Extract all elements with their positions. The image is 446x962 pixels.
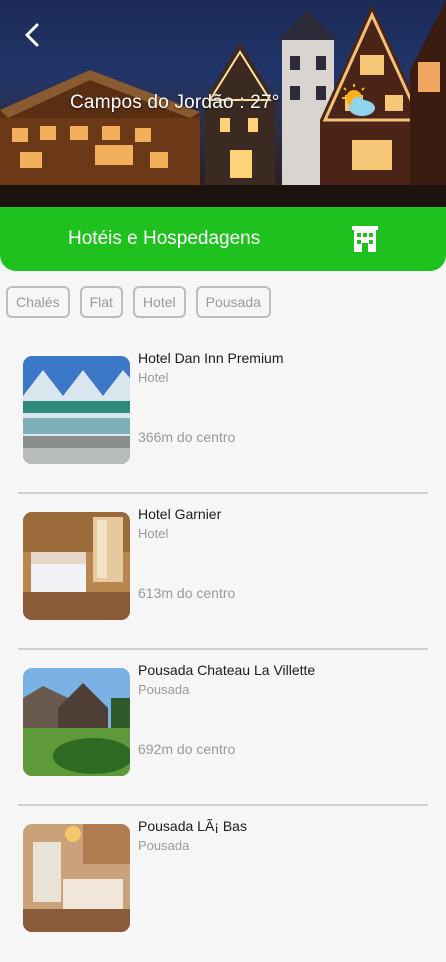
city-weather-label: Campos do Jordão : 27° [70,92,280,113]
hotel-thumbnail [23,356,130,464]
filter-chip-chales[interactable]: Chalés [6,286,70,318]
hotel-thumbnail [23,824,130,932]
category-banner: Hotéis e Hospedagens [0,207,446,271]
back-chevron-icon[interactable] [18,20,48,50]
listing-type: Pousada [138,838,190,853]
header-image: Campos do Jordão : 27° [0,0,446,215]
listing-name: Hotel Garnier [138,506,222,522]
filter-chips: Chalés Flat Hotel Pousada [6,286,271,318]
building-icon [352,226,378,252]
sun-cloud-icon [342,84,375,116]
listing-distance: 366m do centro [138,429,236,445]
hotel-thumbnail [23,512,130,620]
filter-chip-flat[interactable]: Flat [79,286,123,318]
filter-chip-pousada[interactable]: Pousada [195,286,271,318]
listing-name: Hotel Dan Inn Premium [138,350,284,366]
list-item[interactable]: Hotel Garnier Hotel 613m do centro [0,494,446,650]
list-item[interactable]: Hotel Dan Inn Premium Hotel 366m do cent… [0,338,446,494]
listing-name: Pousada Chateau La Villette [138,662,316,678]
list-item[interactable]: Pousada LÃ¡ Bas Pousada [0,806,446,962]
lodging-list: Hotel Dan Inn Premium Hotel 366m do cent… [0,338,446,962]
listing-name: Pousada LÃ¡ Bas [138,818,247,834]
hotel-thumbnail [23,668,130,776]
listing-distance: 613m do centro [138,585,236,601]
banner-title: Hotéis e Hospedagens [68,228,261,249]
listing-type: Hotel [138,526,169,541]
listing-type: Pousada [138,682,190,697]
list-item[interactable]: Pousada Chateau La Villette Pousada 692m… [0,650,446,806]
listing-type: Hotel [138,370,169,385]
filter-chip-hotel[interactable]: Hotel [132,286,186,318]
listing-distance: 692m do centro [138,741,236,757]
